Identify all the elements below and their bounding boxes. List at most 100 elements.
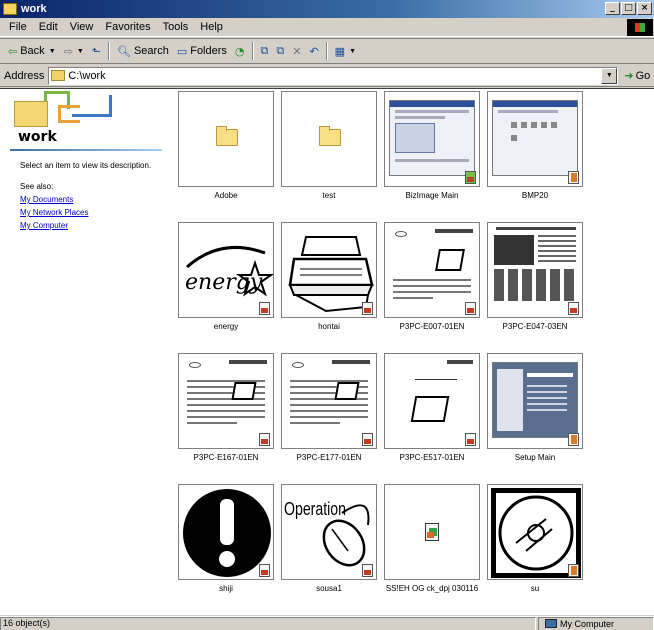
address-input[interactable]: C:\work ▼	[48, 66, 619, 85]
history-button[interactable]: ◔	[231, 40, 249, 62]
doc-text-block	[538, 235, 576, 265]
item-label: P3PC-E167-01EN	[193, 453, 259, 462]
menu-favorites[interactable]: Favorites	[99, 21, 156, 33]
move-to-button[interactable]: ⧉	[257, 40, 273, 62]
thumbnail	[384, 222, 480, 318]
search-label: Search	[133, 45, 169, 57]
doc-header	[435, 229, 473, 233]
delete-icon: ✕	[292, 44, 302, 58]
toolbar-separator	[251, 42, 254, 60]
minimize-button[interactable]: _	[605, 2, 620, 15]
pdf-file-icon	[362, 433, 373, 446]
folder-icon	[14, 101, 48, 127]
doc-header	[229, 360, 267, 364]
thumbnail	[487, 353, 583, 449]
menu-edit[interactable]: Edit	[33, 21, 64, 33]
doc-text-lines	[393, 275, 471, 303]
up-folder-icon: ⬑	[91, 44, 101, 58]
views-button[interactable]: ▦ ▼	[331, 40, 360, 62]
link-my-computer[interactable]: My Computer	[20, 221, 68, 230]
setup-sidebar	[497, 369, 523, 431]
address-bar: Address C:\work ▼ ➜ Go	[0, 65, 654, 87]
folder-icon	[319, 126, 341, 146]
doc-logo	[292, 362, 304, 368]
thumbnail	[487, 484, 583, 580]
item-label: BMP20	[521, 191, 549, 200]
search-icon: 🔍︎	[116, 44, 131, 58]
link-my-documents[interactable]: My Documents	[20, 195, 73, 204]
maximize-button[interactable]: □	[621, 2, 636, 15]
chevron-down-icon[interactable]: ▼	[349, 48, 356, 55]
back-button[interactable]: ⇦ Back ▼	[4, 40, 60, 62]
thumbnail: energy	[178, 222, 274, 318]
thumbnail	[384, 484, 480, 580]
back-arrow-icon: ⇦	[8, 44, 18, 58]
address-label: Address	[4, 69, 45, 82]
copy-to-icon: ⧉	[276, 44, 285, 57]
folders-button[interactable]: ▭ Folders	[173, 40, 231, 62]
pdf-file-icon	[465, 433, 476, 446]
operation-title: Operation	[284, 499, 346, 519]
go-label: Go	[635, 69, 651, 82]
menu-bar: File Edit View Favorites Tools Help	[0, 18, 654, 37]
item-label: Setup Main	[514, 453, 556, 462]
screenshot-preview	[492, 362, 578, 438]
status-bar: 16 object(s) My Computer	[0, 616, 654, 630]
pdf-file-icon	[259, 302, 270, 315]
toolbar-separator	[107, 42, 110, 60]
setup-title	[527, 373, 573, 377]
pdf-file-icon	[259, 564, 270, 577]
thumbnail	[487, 222, 583, 318]
chevron-down-icon[interactable]: ▼	[77, 48, 84, 55]
title-bar[interactable]: work _ □ ×	[0, 0, 654, 18]
item-label: energy	[213, 322, 239, 331]
folder-banner-graphic	[10, 91, 120, 127]
object-count: 16 object(s)	[0, 616, 536, 630]
doc-header	[447, 360, 473, 364]
item-label: BizImage Main	[405, 191, 459, 200]
search-button[interactable]: 🔍︎ Search	[113, 40, 173, 62]
generic-file-icon	[425, 523, 439, 541]
doc-header	[496, 227, 576, 230]
item-label: Adobe	[214, 191, 238, 200]
thumbnail	[487, 91, 583, 187]
screenshot-preview	[492, 100, 578, 176]
scanner-drawing	[334, 382, 360, 400]
thumbnail	[178, 484, 274, 580]
undo-button[interactable]: ↶	[305, 40, 322, 62]
item-label: test	[322, 191, 336, 200]
pdf-file-icon	[465, 302, 476, 315]
item-label: P3PC-E517-01EN	[399, 453, 465, 462]
chevron-down-icon[interactable]: ▼	[601, 67, 618, 84]
go-button[interactable]: ➜ Go	[624, 69, 650, 82]
image-file-icon	[568, 564, 579, 577]
see-also-label: See also:	[20, 182, 54, 191]
address-path: C:\work	[68, 69, 106, 82]
my-computer-icon	[545, 619, 557, 628]
link-my-network-places[interactable]: My Network Places	[20, 208, 88, 217]
doc-header	[332, 360, 370, 364]
menu-file[interactable]: File	[3, 21, 33, 33]
forward-button[interactable]: ⇨ ▼	[60, 40, 88, 62]
title-divider	[10, 149, 162, 151]
zone-label: My Computer	[560, 618, 615, 629]
pdf-file-icon	[362, 302, 373, 315]
thumbnail	[281, 353, 377, 449]
menu-help[interactable]: Help	[194, 21, 229, 33]
menu-view[interactable]: View	[64, 21, 100, 33]
up-folder-button[interactable]: ⬑	[88, 40, 105, 62]
scanner-drawing	[410, 396, 450, 422]
thumbnail	[384, 91, 480, 187]
thumbnail	[281, 91, 377, 187]
back-label: Back	[20, 45, 45, 57]
doc-image-block	[494, 235, 534, 265]
chevron-down-icon[interactable]: ▼	[49, 48, 56, 55]
copy-to-button[interactable]: ⧉	[272, 40, 288, 62]
window-title: work	[21, 3, 47, 15]
views-icon: ▦	[334, 44, 346, 58]
pdf-file-icon	[259, 433, 270, 446]
delete-button[interactable]: ✕	[288, 40, 305, 62]
menu-tools[interactable]: Tools	[157, 21, 195, 33]
description-text: Select an item to view its description.	[20, 161, 152, 170]
close-button[interactable]: ×	[637, 2, 652, 15]
